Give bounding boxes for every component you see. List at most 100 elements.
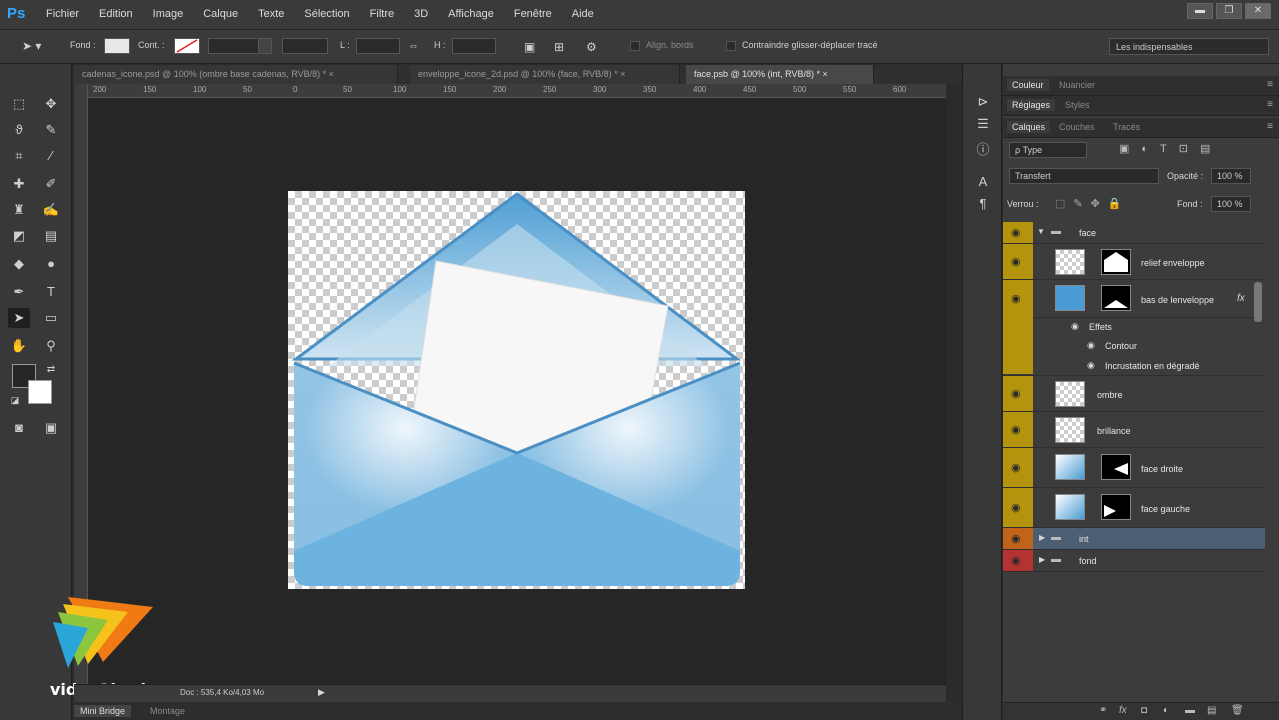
character-panel-icon[interactable]: A (973, 172, 993, 192)
visibility-toggle[interactable]: ◉ (1003, 448, 1033, 487)
layer-effect-contour[interactable]: ◉ Contour (1003, 337, 1265, 356)
fill-opacity-field[interactable]: 100 % (1211, 196, 1251, 212)
layer-filter-icons[interactable]: ▣◐T⊡▤ (1119, 142, 1222, 155)
menu-fichier[interactable]: Fichier (46, 8, 79, 20)
stroke-swatch[interactable] (174, 38, 200, 54)
crop-tool-icon[interactable]: ⌗ (8, 146, 30, 166)
menu-filtre[interactable]: Filtre (370, 8, 394, 20)
quick-mask-icon[interactable]: ◙ (8, 418, 30, 438)
swap-colors-icon[interactable]: ⇄ (40, 360, 62, 380)
pen-tool-icon[interactable]: ✒ (8, 282, 30, 302)
eye-icon[interactable]: ◉ (1087, 360, 1095, 371)
layer-effect-gradient-overlay[interactable]: ◉ Incrustation en dégradé (1003, 356, 1265, 376)
adjustment-layer-icon[interactable]: ◐ (1163, 705, 1169, 716)
constrain-checkbox[interactable] (726, 41, 736, 51)
move-tool-icon[interactable]: ✥ (40, 94, 62, 114)
visibility-toggle[interactable]: ◉ (1003, 376, 1033, 411)
delete-layer-icon[interactable]: 🗑 (1231, 705, 1244, 716)
eye-icon[interactable]: ◉ (1087, 340, 1095, 351)
visibility-toggle[interactable]: ◉ (1003, 528, 1033, 549)
link-icon[interactable]: ⇔ (408, 40, 419, 52)
restore-button[interactable]: ❐ (1216, 3, 1242, 19)
tab-cadenas[interactable]: cadenas_icone.psd @ 100% (ombre base cad… (74, 65, 398, 84)
layer-effects-row[interactable]: ◉ Effets (1003, 318, 1265, 337)
default-colors-icon[interactable]: ◪ (4, 390, 26, 410)
tab-traces[interactable]: Tracés (1113, 122, 1140, 132)
path-arrangement-icon[interactable]: ⚙ (586, 40, 597, 54)
eye-icon[interactable]: ◉ (1071, 321, 1079, 332)
eyedropper-tool-icon[interactable]: ⁄ (40, 146, 62, 166)
group-collapsed-icon[interactable]: ▶ (1039, 555, 1045, 564)
stroke-type-select[interactable] (282, 38, 328, 54)
document-canvas[interactable] (288, 191, 745, 589)
menu-selection[interactable]: Sélection (304, 8, 349, 20)
tab-mini-bridge[interactable]: Mini Bridge (74, 705, 132, 717)
layer-relief-enveloppe[interactable]: ◉ relief enveloppe (1003, 244, 1265, 280)
zoom-tool-icon[interactable]: ⚲ (40, 336, 62, 356)
width-field[interactable] (356, 38, 400, 54)
visibility-toggle[interactable]: ◉ (1003, 412, 1033, 447)
link-layers-icon[interactable]: ⚭ (1099, 705, 1107, 716)
layer-group-face[interactable]: ◉ ▼ ▬ face (1003, 222, 1265, 244)
clone-stamp-icon[interactable]: ♜ (8, 200, 30, 220)
tab-styles[interactable]: Styles (1065, 100, 1090, 110)
lasso-tool-icon[interactable]: ϑ (8, 120, 30, 140)
blend-mode-select[interactable]: Transfert (1009, 168, 1159, 184)
fx-badge[interactable]: fx (1237, 293, 1245, 304)
history-brush-icon[interactable]: ✍ (40, 200, 62, 220)
fill-swatch[interactable] (104, 38, 130, 54)
history-panel-icon[interactable]: ⊳ (973, 92, 993, 112)
visibility-toggle[interactable]: ◉ (1003, 222, 1033, 243)
height-field[interactable] (452, 38, 496, 54)
layer-face-droite[interactable]: ◉ face droite (1003, 448, 1265, 488)
stroke-width-field[interactable] (208, 38, 260, 54)
layer-ombre[interactable]: ◉ ombre (1003, 376, 1265, 412)
new-layer-icon[interactable]: ▤ (1207, 705, 1216, 716)
add-mask-icon[interactable]: ◘ (1141, 705, 1147, 716)
path-operations-icon[interactable]: ▣ (524, 40, 535, 54)
quick-select-tool-icon[interactable]: ✎ (40, 120, 62, 140)
layer-group-int[interactable]: ◉ ▶ ▬ int (1003, 528, 1265, 550)
shape-tool-icon[interactable]: ▭ (40, 308, 62, 328)
background-color-swatch[interactable] (28, 380, 52, 404)
layer-filter-select[interactable]: ρ Type (1009, 142, 1087, 158)
visibility-toggle[interactable]: ◉ (1003, 244, 1033, 279)
path-alignment-icon[interactable]: ⊞ (554, 40, 564, 54)
menu-image[interactable]: Image (153, 8, 184, 20)
status-menu-arrow-icon[interactable]: ▶ (318, 687, 325, 698)
lock-icons[interactable]: ⬚✎✥🔒 (1055, 197, 1130, 210)
blur-tool-icon[interactable]: ◆ (8, 254, 30, 274)
group-collapsed-icon[interactable]: ▶ (1039, 533, 1045, 542)
tab-nuancier[interactable]: Nuancier (1059, 80, 1095, 90)
path-selection-tool-icon[interactable]: ➤ (8, 308, 30, 328)
layers-scrollbar[interactable] (1254, 282, 1262, 322)
dodge-tool-icon[interactable]: ● (40, 254, 62, 274)
tab-couches[interactable]: Couches (1059, 122, 1095, 132)
menu-affichage[interactable]: Affichage (448, 8, 494, 20)
eraser-tool-icon[interactable]: ◩ (8, 226, 30, 246)
menu-edition[interactable]: Edition (99, 8, 133, 20)
hand-tool-icon[interactable]: ✋ (8, 336, 30, 356)
align-edges-checkbox[interactable] (630, 41, 640, 51)
gradient-tool-icon[interactable]: ▤ (40, 226, 62, 246)
properties-panel-icon[interactable]: ☰ (973, 114, 993, 134)
menu-3d[interactable]: 3D (414, 8, 428, 20)
type-tool-icon[interactable]: T (40, 282, 62, 302)
paragraph-panel-icon[interactable]: ¶ (973, 194, 993, 214)
path-select-arrow-icon[interactable]: ➤ ▾ (22, 39, 41, 53)
marquee-tool-icon[interactable]: ⬚ (8, 94, 30, 114)
panel-menu-icon[interactable]: ≡ (1267, 79, 1273, 90)
visibility-toggle[interactable]: ◉ (1003, 550, 1033, 571)
add-style-icon[interactable]: fx (1119, 705, 1127, 716)
group-expanded-icon[interactable]: ▼ (1037, 227, 1045, 236)
layer-group-fond[interactable]: ◉ ▶ ▬ fond (1003, 550, 1265, 572)
opacity-field[interactable]: 100 % (1211, 168, 1251, 184)
workspace-select[interactable]: Les indispensables (1109, 38, 1269, 55)
menu-calque[interactable]: Calque (203, 8, 238, 20)
tab-calques[interactable]: Calques (1007, 121, 1051, 133)
stroke-width-dropdown[interactable] (258, 38, 272, 54)
brush-tool-icon[interactable]: ✐ (40, 174, 62, 194)
panel-menu-icon[interactable]: ≡ (1267, 99, 1273, 110)
menu-fenetre[interactable]: Fenêtre (514, 8, 552, 20)
menu-texte[interactable]: Texte (258, 8, 284, 20)
